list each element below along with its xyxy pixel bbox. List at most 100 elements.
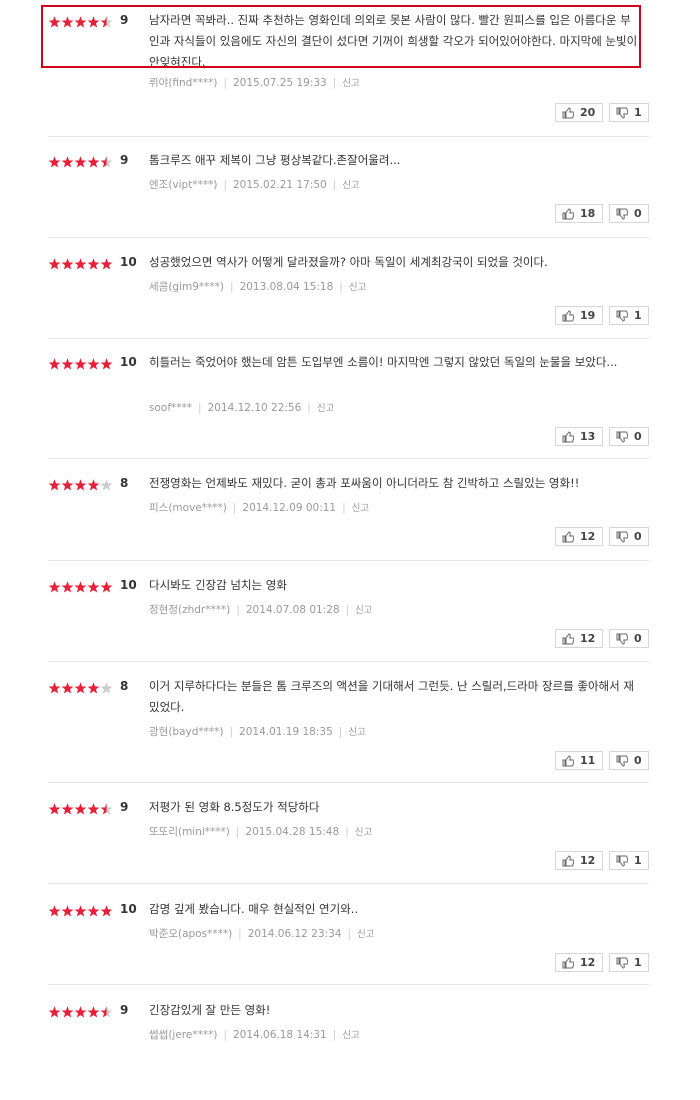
score: 10 xyxy=(120,255,137,269)
dislike-button[interactable]: 1 xyxy=(609,306,649,325)
star-icon xyxy=(48,358,61,370)
username[interactable]: 광현(bayd****) xyxy=(149,726,224,738)
like-count: 11 xyxy=(580,754,596,767)
review-text: 전쟁영화는 언제봐도 재밌다. 굳이 총과 포싸움이 아니더라도 참 긴박하고 … xyxy=(149,476,580,490)
dislike-count: 1 xyxy=(634,106,642,119)
username[interactable]: 엔조(vipt****) xyxy=(149,179,217,191)
separator: | xyxy=(229,726,234,738)
star-icon xyxy=(48,479,61,491)
report-link[interactable]: 신고 xyxy=(357,929,374,940)
divider xyxy=(48,984,649,985)
review-item: 10 다시봐도 긴장감 넘치는 영화 정현정(zhdr****) | 2014.07.0… xyxy=(48,575,649,675)
star-rating xyxy=(48,581,113,593)
review-meta: 또또리(mini****) | 2015.04.28 15:48 | 신고 xyxy=(149,824,372,839)
dislike-button[interactable]: 0 xyxy=(609,204,649,223)
thumbs-up-icon xyxy=(562,430,574,442)
star-icon xyxy=(100,581,113,593)
divider xyxy=(48,338,649,339)
report-link[interactable]: 신고 xyxy=(352,503,369,514)
report-link[interactable]: 신고 xyxy=(355,827,372,838)
report-link[interactable]: 신고 xyxy=(348,727,365,738)
username[interactable]: 정현정(zhdr****) xyxy=(149,604,230,616)
report-link[interactable]: 신고 xyxy=(349,282,366,293)
star-icon xyxy=(48,581,61,593)
score: 8 xyxy=(120,679,129,693)
star-icon xyxy=(61,1006,74,1018)
username[interactable]: 또또리(mini****) xyxy=(149,826,230,838)
username[interactable]: 썹썹(jere****) xyxy=(149,1029,217,1041)
star-icon xyxy=(100,479,113,491)
like-button[interactable]: 11 xyxy=(555,751,603,770)
separator: | xyxy=(198,402,202,414)
star-icon xyxy=(61,581,74,593)
separator: | xyxy=(332,77,337,89)
like-button[interactable]: 12 xyxy=(555,953,603,972)
star-icon xyxy=(87,803,100,815)
thumbs-down-icon xyxy=(616,755,628,767)
separator: | xyxy=(347,928,351,940)
star-icon xyxy=(61,682,74,694)
username[interactable]: 세콤(gim9****) xyxy=(149,281,224,293)
report-link[interactable]: 신고 xyxy=(342,180,359,191)
review-text: 긴장감있게 잘 만든 영화! xyxy=(149,1003,271,1017)
thumbs-up-icon xyxy=(562,754,574,766)
dislike-count: 1 xyxy=(634,309,642,322)
report-link[interactable]: 신고 xyxy=(317,403,334,414)
review-date: 2014.06.12 23:34 xyxy=(247,928,342,940)
like-button[interactable]: 12 xyxy=(555,527,603,546)
username[interactable]: 뤼야(find****) xyxy=(149,77,217,89)
dislike-button[interactable]: 0 xyxy=(609,629,649,648)
dislike-button[interactable]: 0 xyxy=(609,751,649,770)
review-text: 톰크루즈 애꾸 제복이 그냥 평상복같다.존잘어울려... xyxy=(149,153,401,167)
username[interactable]: 박준오(apos****) xyxy=(149,928,232,940)
review-date: 2014.07.08 01:28 xyxy=(245,604,340,616)
star-icon xyxy=(61,479,74,491)
star-icon xyxy=(100,156,113,168)
like-button[interactable]: 12 xyxy=(555,851,603,870)
review-meta: 엔조(vipt****) | 2015.02.21 17:50 | 신고 xyxy=(149,177,360,192)
like-count: 19 xyxy=(580,309,596,322)
star-icon xyxy=(100,905,113,917)
dislike-button[interactable]: 0 xyxy=(609,427,649,446)
review-meta: 박준오(apos****) | 2014.06.12 23:34 | 신고 xyxy=(149,926,374,941)
separator: | xyxy=(342,502,346,514)
review-text: 성공했었으면 역사가 어떻게 달라졌을까? 아마 독일이 세계최강국이 되었을 … xyxy=(149,255,548,269)
star-icon xyxy=(61,258,74,270)
review-item: 9 저평가 된 영화 8.5정도가 적당하다 또또리(mini****) | 2015.… xyxy=(48,797,649,897)
star-icon xyxy=(48,156,61,168)
separator: | xyxy=(238,928,242,940)
report-link[interactable]: 신고 xyxy=(342,78,359,89)
dislike-button[interactable]: 1 xyxy=(609,103,649,122)
star-icon xyxy=(48,682,61,694)
thumbs-up-icon xyxy=(562,956,574,968)
like-button[interactable]: 12 xyxy=(555,629,603,648)
dislike-button[interactable]: 0 xyxy=(609,527,649,546)
separator: | xyxy=(332,179,337,191)
review-date: 2014.12.09 00:11 xyxy=(242,502,337,514)
report-link[interactable]: 신고 xyxy=(355,605,372,616)
dislike-button[interactable]: 1 xyxy=(609,851,649,870)
star-rating xyxy=(48,682,113,694)
like-count: 18 xyxy=(580,207,596,220)
review-text: 이거 지루하다다는 분들은 톰 크루즈의 액션을 기대해서 그런듯. 난 스릴러… xyxy=(149,679,634,714)
like-button[interactable]: 13 xyxy=(555,427,603,446)
like-button[interactable]: 20 xyxy=(555,103,603,122)
like-button[interactable]: 19 xyxy=(555,306,603,325)
star-icon xyxy=(74,479,87,491)
review-meta: 세콤(gim9****) | 2013.08.04 15:18 | 신고 xyxy=(149,279,366,294)
review-meta: 썹썹(jere****) | 2014.06.18 14:31 | 신고 xyxy=(149,1027,360,1042)
thumbs-down-icon xyxy=(616,431,628,443)
username[interactable]: 피스(move****) xyxy=(149,502,227,514)
separator: | xyxy=(223,1029,227,1041)
separator: | xyxy=(307,402,311,414)
score: 9 xyxy=(120,800,129,814)
report-link[interactable]: 신고 xyxy=(342,1030,359,1041)
review-meta: soof**** | 2014.12.10 22:56 | 신고 xyxy=(149,400,334,414)
score: 9 xyxy=(120,1003,129,1017)
username[interactable]: soof**** xyxy=(149,402,192,414)
like-button[interactable]: 18 xyxy=(555,204,603,223)
separator: | xyxy=(235,826,240,838)
star-rating xyxy=(48,905,113,917)
star-icon xyxy=(74,905,87,917)
dislike-button[interactable]: 1 xyxy=(609,953,649,972)
